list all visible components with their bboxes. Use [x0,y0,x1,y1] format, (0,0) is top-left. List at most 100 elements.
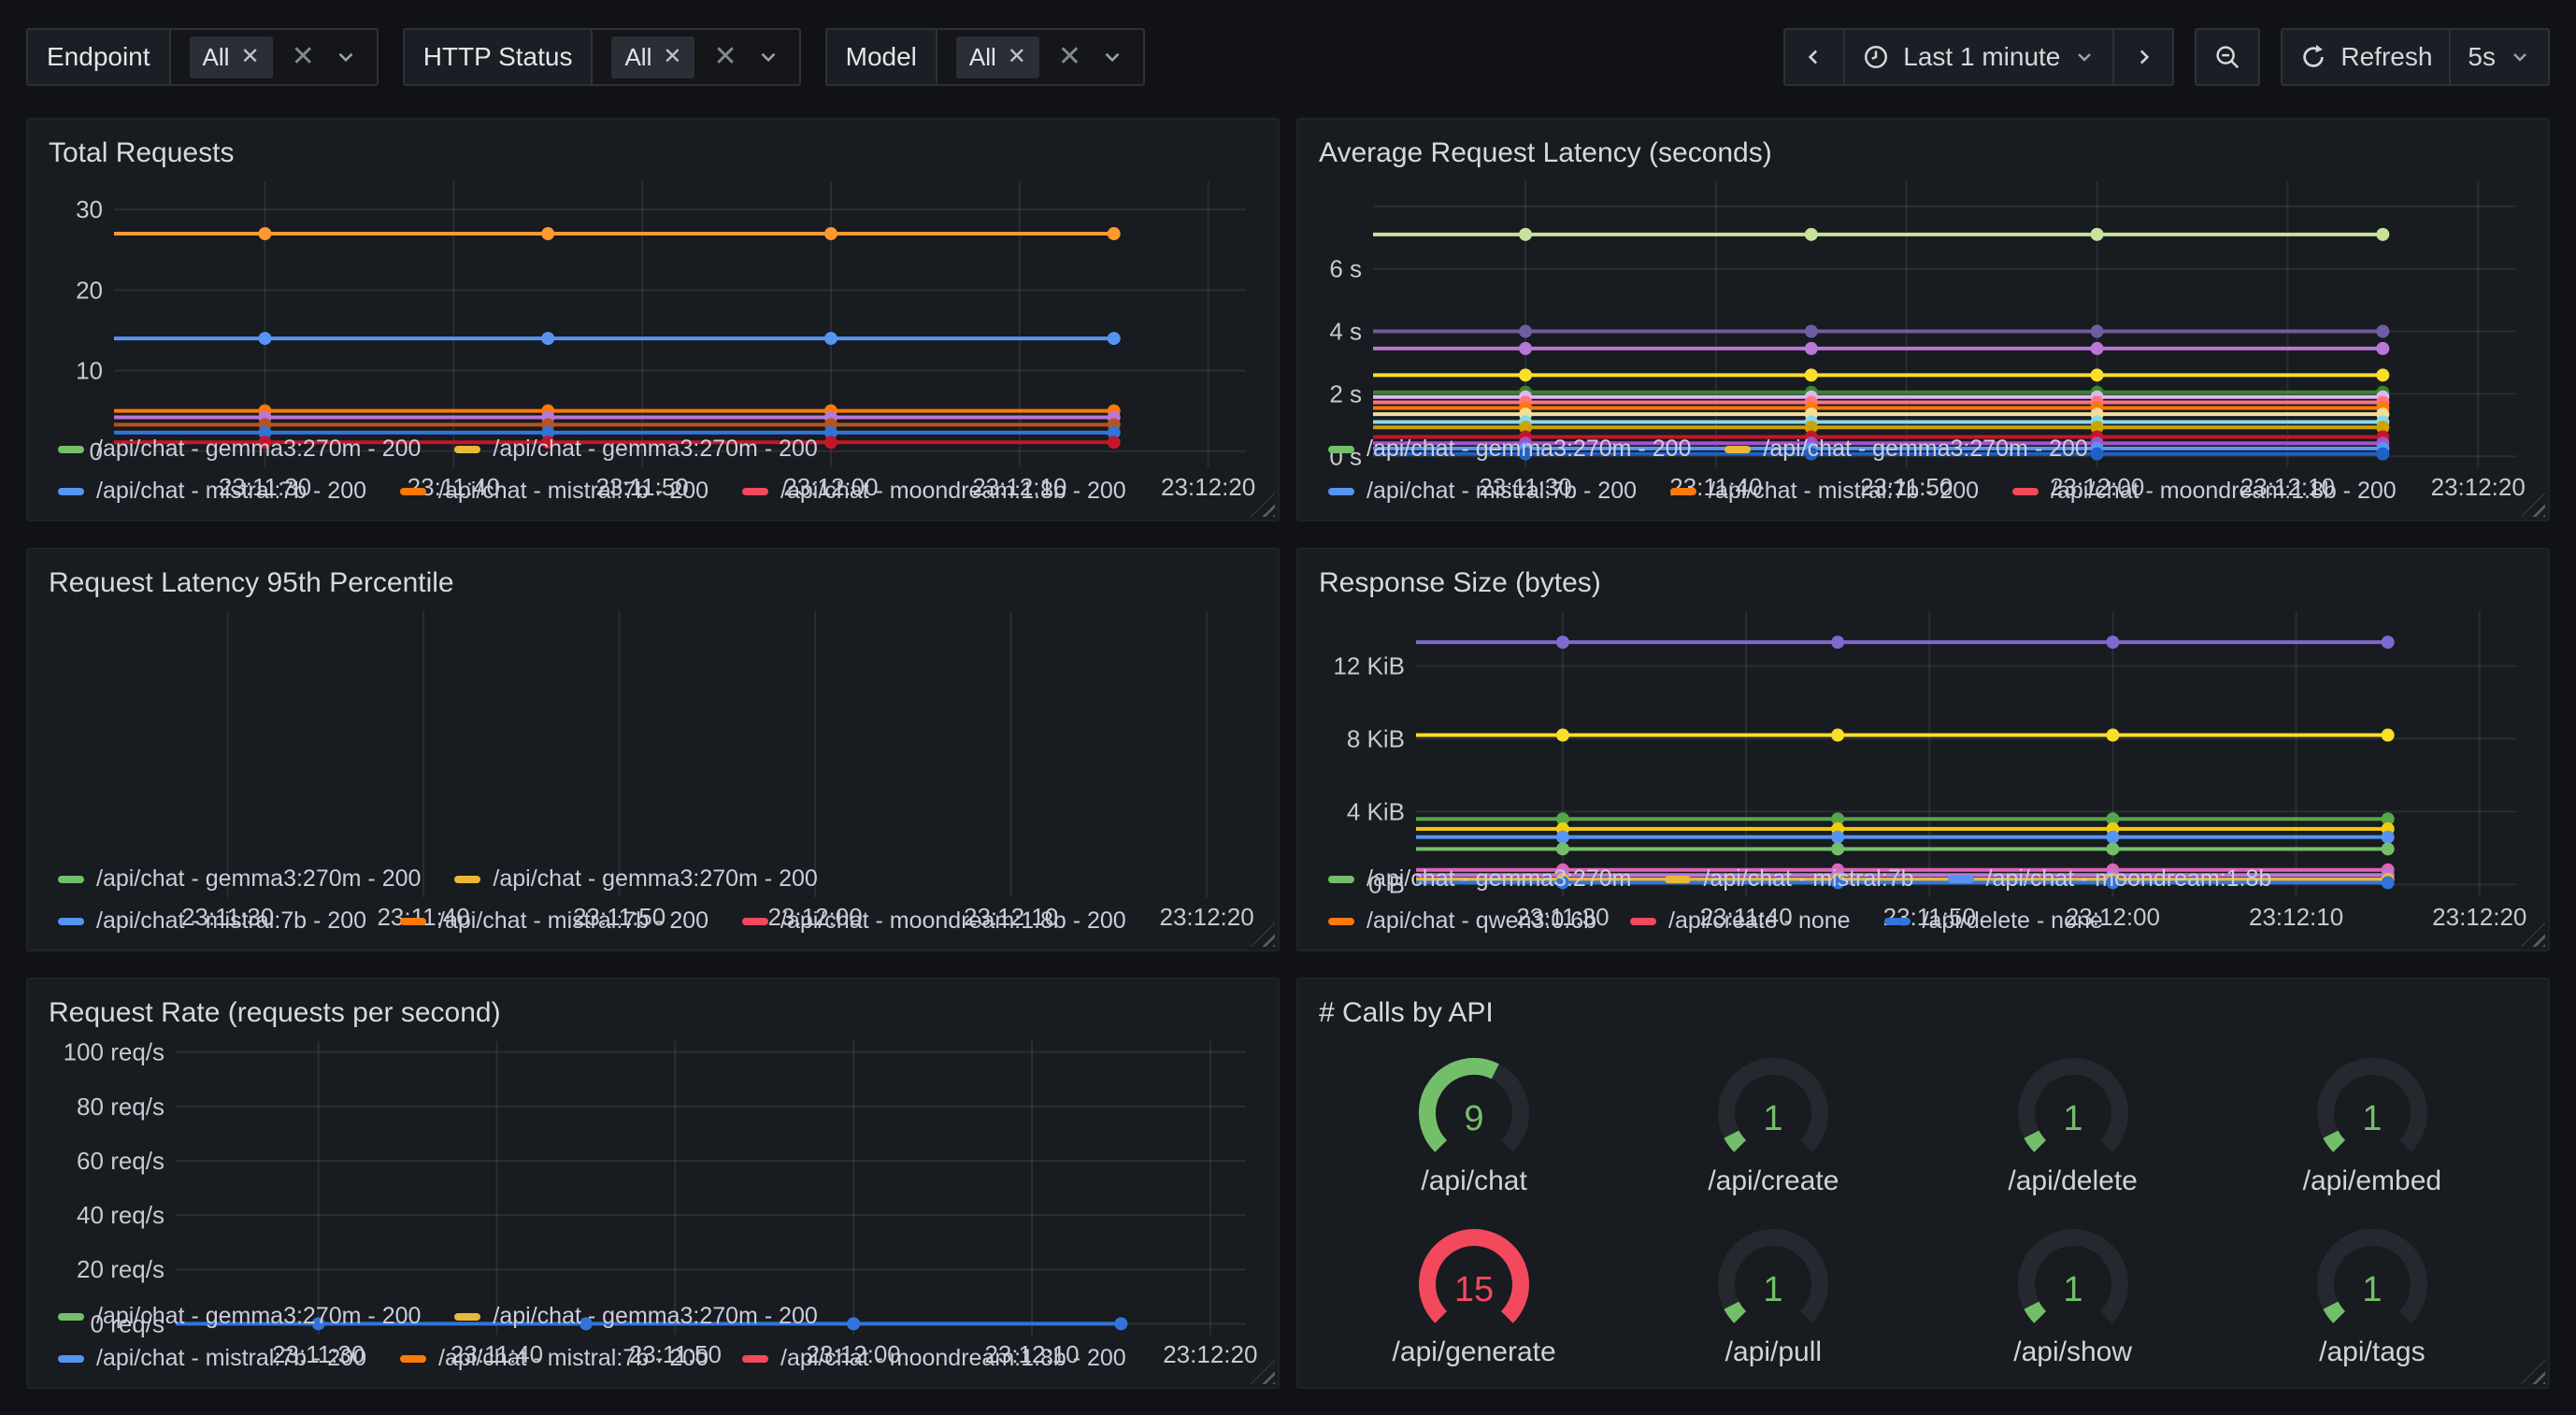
legend-item[interactable]: /api/chat - moondream:1.8b - 200 [742,1345,1126,1372]
filter-http-status-chip[interactable]: All ✕ [611,36,694,79]
legend-item[interactable]: /api/chat - qwen3:0.6b [1328,908,1596,935]
legend-swatch [1328,918,1354,925]
chevron-down-icon[interactable] [334,45,358,69]
legend-swatch [58,876,84,883]
remove-value-icon[interactable]: ✕ [240,46,259,68]
remove-value-icon[interactable]: ✕ [663,46,681,68]
time-series-chart[interactable]: 23:11:3023:11:4023:11:5023:12:0023:12:10… [1315,602,2531,860]
svg-text:60 req/s: 60 req/s [77,1147,165,1175]
panel-title[interactable]: Response Size (bytes) [1319,566,2531,600]
panel-title[interactable]: Request Latency 95th Percentile [49,566,1261,600]
chevron-down-icon[interactable] [756,45,780,69]
legend-item[interactable]: /api/chat - moondream:1.8b - 200 [742,478,1126,505]
legend-swatch [58,918,84,925]
legend-item[interactable]: /api/chat - mistral:7b - 200 [400,1345,708,1372]
legend-item[interactable]: /api/chat - gemma3:270m - 200 [454,865,817,893]
gauge-label: /api/generate [1393,1336,1556,1368]
gauge-arc: 15 [1390,1217,1558,1336]
legend-swatch [58,488,84,495]
refresh-button[interactable]: Refresh [2283,30,2449,84]
legend-item[interactable]: /api/chat - moondream:1.8b - 200 [2012,478,2397,505]
legend-item[interactable]: /api/chat - gemma3:270m - 200 [1724,436,2087,463]
legend-item[interactable]: /api/chat - mistral:7b - 200 [1670,478,1979,505]
legend-swatch [742,488,768,495]
gauge-arc: 1 [1989,1217,2157,1336]
legend-label: /api/chat - qwen3:0.6b [1367,908,1596,935]
legend-item[interactable]: /api/chat - mistral:7b - 200 [58,908,366,935]
time-shift-forward-button[interactable] [2112,30,2172,84]
gauge-api-chat[interactable]: 9/api/chat [1390,1046,1558,1197]
panel-calls-by-api: # Calls by API 9/api/chat 1/api/create 1/ap… [1296,978,2550,1389]
legend-label: /api/chat - mistral:7b - 200 [1709,478,1979,505]
chevron-down-icon[interactable] [1100,45,1124,69]
legend-label: /api/chat - moondream:1.8b - 200 [2051,478,2397,505]
legend-swatch [1665,876,1691,883]
legend-swatch [58,1313,84,1321]
time-range-picker[interactable]: Last 1 minute [1843,30,2112,84]
time-series-chart[interactable]: 23:11:3023:11:4023:11:5023:12:0023:12:10… [1315,172,2531,430]
time-series-chart[interactable]: 23:11:3023:11:4023:11:5023:12:0023:12:10… [45,1032,1261,1297]
panel-title[interactable]: # Calls by API [1319,996,2531,1030]
legend-swatch [1328,876,1354,883]
legend-item[interactable]: /api/chat - mistral:7b - 200 [58,1345,366,1372]
legend-row: /api/chat - mistral:7b - 200/api/chat - … [58,908,1261,935]
gauge-label: /api/chat [1421,1165,1526,1197]
filter-endpoint-value[interactable]: All ✕ ✕ [171,30,377,84]
time-shift-back-button[interactable] [1785,30,1843,84]
gauge-api-embed[interactable]: 1/api/embed [2288,1046,2456,1197]
variable-filters: Endpoint All ✕ ✕ HTTP Status All ✕ ✕ [26,28,1145,86]
legend-swatch [400,1355,426,1363]
legend-item[interactable]: /api/chat - mistral:7b - 200 [400,478,708,505]
svg-text:12 KiB: 12 KiB [1333,651,1405,679]
filter-model-value[interactable]: All ✕ ✕ [937,30,1143,84]
legend-item[interactable]: /api/chat - gemma3:270m - 200 [1328,436,1691,463]
zoom-out-button[interactable] [2197,30,2258,84]
gauge-api-delete[interactable]: 1/api/delete [1989,1046,2157,1197]
legend-item[interactable]: /api/chat - moondream:1.8b - 200 [742,908,1126,935]
panel-response-size-bytes: Response Size (bytes)23:11:3023:11:4023:… [1296,548,2550,951]
time-series-chart[interactable]: 23:11:3023:11:4023:11:5023:12:0023:12:10… [45,602,1261,860]
refresh-interval-picker[interactable]: 5s [2449,30,2548,84]
gauge-grid: 9/api/chat 1/api/create 1/api/delete 1/api/… [1315,1032,2531,1381]
svg-text:10: 10 [76,357,103,385]
gauge-arc: 9 [1390,1046,1558,1165]
clear-icon[interactable]: ✕ [1058,43,1081,71]
clear-icon[interactable]: ✕ [292,43,315,71]
gauge-api-show[interactable]: 1/api/show [1989,1217,2157,1368]
legend-item[interactable]: /api/chat - mistral:7b - 200 [400,908,708,935]
filter-http-status-label: HTTP Status [405,30,594,84]
gauge-api-pull[interactable]: 1/api/pull [1689,1217,1857,1368]
panel-title[interactable]: Average Request Latency (seconds) [1319,136,2531,170]
legend-row: /api/chat - qwen3:0.6b/api/create - none… [1328,908,2531,935]
panel-title[interactable]: Total Requests [49,136,1261,170]
filter-http-status-value[interactable]: All ✕ ✕ [593,30,798,84]
legend-item[interactable]: /api/chat - moondream:1.8b [1948,865,2272,893]
gauge-api-tags[interactable]: 1/api/tags [2288,1217,2456,1368]
zoom-out-icon [2213,43,2241,71]
legend-label: /api/delete - none [1923,908,2103,935]
panel-title[interactable]: Request Rate (requests per second) [49,996,1261,1030]
legend-item[interactable]: /api/chat - gemma3:270m [1328,865,1631,893]
svg-text:100 req/s: 100 req/s [64,1038,165,1066]
legend-item[interactable]: /api/chat - gemma3:270m - 200 [454,436,817,463]
filter-endpoint-chip[interactable]: All ✕ [190,36,273,79]
gauge-api-create[interactable]: 1/api/create [1689,1046,1857,1197]
legend-item[interactable]: /api/chat - gemma3:270m - 200 [58,436,421,463]
legend-item[interactable]: /api/chat - mistral:7b - 200 [58,478,366,505]
legend-item[interactable]: /api/create - none [1630,908,1851,935]
legend-item[interactable]: /api/chat - mistral:7b - 200 [1328,478,1637,505]
clock-icon [1862,43,1890,71]
time-series-chart[interactable]: 23:11:3023:11:4023:11:5023:12:0023:12:10… [45,172,1261,430]
legend-item[interactable]: /api/chat - mistral:7b [1665,865,1913,893]
filter-model-chip[interactable]: All ✕ [956,36,1039,79]
legend-item[interactable]: /api/chat - gemma3:270m - 200 [58,865,421,893]
legend-item[interactable]: /api/chat - gemma3:270m - 200 [58,1303,421,1330]
gauge-api-generate[interactable]: 15/api/generate [1390,1217,1558,1368]
svg-text:2 s: 2 s [1329,379,1362,407]
clear-icon[interactable]: ✕ [713,43,737,71]
legend-item[interactable]: /api/chat - gemma3:270m - 200 [454,1303,817,1330]
legend-swatch [400,488,426,495]
legend-item[interactable]: /api/delete - none [1884,908,2103,935]
legend-swatch [1884,918,1911,925]
remove-value-icon[interactable]: ✕ [1008,46,1026,68]
